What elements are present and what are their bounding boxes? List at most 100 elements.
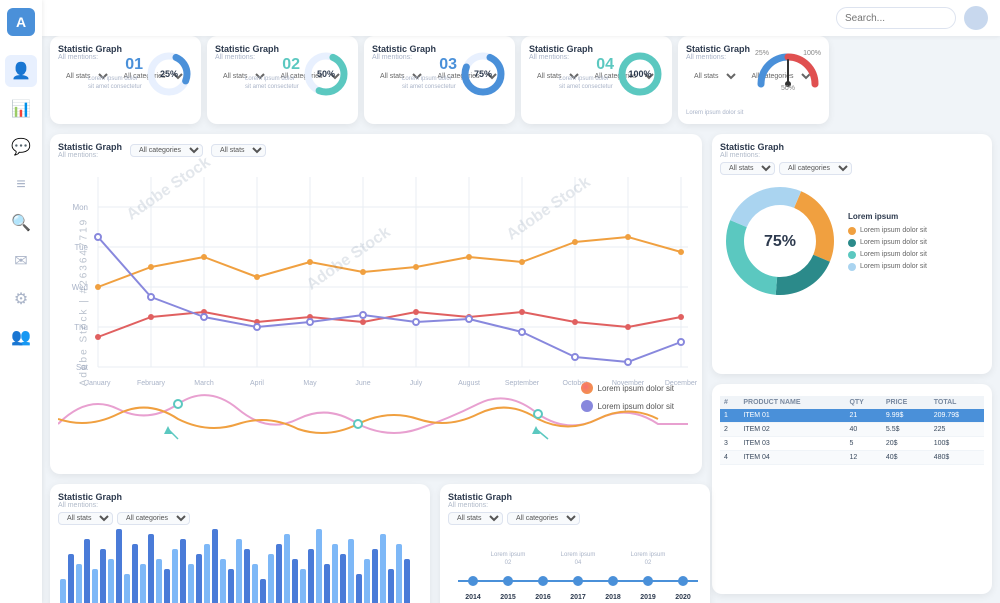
data-table: # PRODUCT NAME QTY PRICE TOTAL 1 ITEM 01… bbox=[720, 396, 984, 465]
table-cell: 100$ bbox=[930, 437, 984, 451]
sidebar-logo[interactable]: A bbox=[7, 8, 35, 36]
svg-text:2018: 2018 bbox=[605, 594, 621, 601]
bar-chart-filter1[interactable]: All stats bbox=[58, 512, 113, 525]
bar-chart-svg bbox=[58, 529, 418, 603]
donut-card-sub: All mentions: bbox=[720, 152, 984, 159]
svg-text:Lorem ipsum: Lorem ipsum bbox=[491, 552, 526, 558]
stat-card-3-donut: 75% bbox=[459, 50, 507, 103]
table-cell: 480$ bbox=[930, 451, 984, 465]
main-chart-title: Statistic Graph bbox=[58, 142, 122, 152]
table-row: 1 ITEM 01 21 9.99$ 209.79$ bbox=[720, 409, 984, 423]
table-row: 2 ITEM 02 40 5.5$ 225 bbox=[720, 423, 984, 437]
table-cell: 40$ bbox=[882, 451, 930, 465]
sidebar-icon-settings[interactable]: ⚙ bbox=[5, 283, 37, 315]
main-chart-filter1[interactable]: All categories bbox=[130, 144, 203, 157]
bar-chart-controls: All stats All categories bbox=[58, 512, 422, 525]
timeline-controls: All stats All categories bbox=[448, 512, 702, 525]
chart-legend: Lorem ipsum dolor sit Lorem ipsum dolor … bbox=[581, 382, 674, 412]
stat-card-2-num: 02 bbox=[282, 56, 300, 74]
main-content: Statistic Graph All mentions: All stats … bbox=[42, 36, 1000, 603]
timeline-card: Statistic Graph All mentions: All stats … bbox=[440, 484, 710, 603]
stat-card-1: Statistic Graph All mentions: All stats … bbox=[50, 36, 201, 124]
svg-text:Lorem ipsum: Lorem ipsum bbox=[631, 552, 666, 558]
table-cell: 20$ bbox=[882, 437, 930, 451]
svg-text:Wed: Wed bbox=[72, 283, 88, 292]
sidebar-icon-chart[interactable]: 📊 bbox=[5, 93, 37, 125]
stat-card-2: Statistic Graph All mentions: All stats … bbox=[207, 36, 358, 124]
sidebar-icon-search[interactable]: 🔍 bbox=[5, 207, 37, 239]
stat-card-4-num: 04 bbox=[596, 56, 614, 74]
table-cell: 209.79$ bbox=[930, 409, 984, 423]
bar-chart-sub: All mentions: bbox=[58, 502, 422, 509]
svg-text:Thu: Thu bbox=[74, 323, 88, 332]
mini-wave-chart: Lorem ipsum dolor sit Lorem ipsum dolor … bbox=[58, 374, 694, 444]
svg-text:Tue: Tue bbox=[75, 243, 89, 252]
table-cell: 4 bbox=[720, 451, 739, 465]
stat-card-5-gauge: 25% 100% 50% bbox=[753, 48, 823, 92]
table-col-price: PRICE bbox=[882, 396, 930, 409]
stat-card-4-text: Lorem ipsum dolor sit amet consectetur bbox=[559, 76, 614, 92]
table-cell: 2 bbox=[720, 423, 739, 437]
stat-card-5-text: Lorem ipsum dolor sit bbox=[686, 110, 743, 116]
legend-label-2: Lorem ipsum dolor sit bbox=[598, 402, 674, 411]
table-cell: 1 bbox=[720, 409, 739, 423]
table-cell: ITEM 02 bbox=[739, 423, 845, 437]
bar-chart-title: Statistic Graph bbox=[58, 492, 422, 502]
table-col-num: # bbox=[720, 396, 739, 409]
sidebar-icon-list[interactable]: ≡ bbox=[5, 169, 37, 201]
svg-text:2015: 2015 bbox=[500, 594, 516, 601]
stat-card-4-percent: 100% bbox=[628, 69, 651, 79]
legend-dot-1 bbox=[581, 382, 593, 394]
donut-card-filter1[interactable]: All stats bbox=[720, 162, 775, 175]
table-cell: ITEM 03 bbox=[739, 437, 845, 451]
table-cell: 12 bbox=[845, 451, 881, 465]
stat-card-5: Statistic Graph All mentions: All stats … bbox=[678, 36, 829, 124]
table-cell: 40 bbox=[845, 423, 881, 437]
svg-text:2014: 2014 bbox=[465, 594, 481, 601]
donut-card-filter2[interactable]: All categories bbox=[779, 162, 852, 175]
sidebar: A 👤 📊 💬 ≡ 🔍 ✉ ⚙ 👥 bbox=[0, 0, 42, 603]
table-card: # PRODUCT NAME QTY PRICE TOTAL 1 ITEM 01… bbox=[712, 384, 992, 594]
table-col-qty: QTY bbox=[845, 396, 881, 409]
donut-card-controls: All stats All categories bbox=[720, 162, 984, 175]
legend-label-1: Lorem ipsum dolor sit bbox=[598, 384, 674, 393]
main-chart-filter2[interactable]: All stats bbox=[211, 144, 266, 157]
stat-card-5-filter1[interactable]: All stats bbox=[686, 71, 739, 82]
svg-text:2020: 2020 bbox=[675, 594, 691, 601]
search-input[interactable] bbox=[836, 7, 956, 29]
bar-chart-card: Statistic Graph All mentions: All stats … bbox=[50, 484, 430, 603]
stat-card-2-percent: 50% bbox=[317, 69, 335, 79]
timeline-filter2[interactable]: All categories bbox=[507, 512, 580, 525]
sidebar-icon-mail[interactable]: ✉ bbox=[5, 245, 37, 277]
stat-card-4-donut: 100% bbox=[616, 50, 664, 103]
table-cell: 5 bbox=[845, 437, 881, 451]
sidebar-icon-chat[interactable]: 💬 bbox=[5, 131, 37, 163]
svg-text:2019: 2019 bbox=[640, 594, 656, 601]
timeline-svg: 2014 01 Lorem ipsum 02 Lorem ipsum 2015 … bbox=[448, 529, 708, 603]
donut-chart-large: 75% bbox=[720, 181, 840, 301]
topbar bbox=[42, 0, 1000, 36]
bar-chart-filter2[interactable]: All categories bbox=[117, 512, 190, 525]
svg-text:Sat: Sat bbox=[76, 363, 89, 372]
stat-card-2-donut: 50% bbox=[302, 50, 350, 103]
svg-text:02: 02 bbox=[505, 560, 512, 566]
table-cell: ITEM 04 bbox=[739, 451, 845, 465]
svg-text:04: 04 bbox=[575, 560, 582, 566]
table-row: 3 ITEM 03 5 20$ 100$ bbox=[720, 437, 984, 451]
table-cell: 225 bbox=[930, 423, 984, 437]
svg-text:2017: 2017 bbox=[570, 594, 586, 601]
stat-card-1-donut: 25% bbox=[145, 50, 193, 103]
table-row: 4 ITEM 04 12 40$ 480$ bbox=[720, 451, 984, 465]
stat-card-2-text: Lorem ipsum dolor sit amet consectetur bbox=[245, 76, 300, 92]
stat-card-1-num: 01 bbox=[125, 56, 143, 74]
stat-card-1-percent: 25% bbox=[160, 69, 178, 79]
sidebar-icon-group[interactable]: 👥 bbox=[5, 321, 37, 353]
sidebar-icon-user[interactable]: 👤 bbox=[5, 55, 37, 87]
timeline-sub: All mentions: bbox=[448, 502, 702, 509]
donut-legend: Lorem ipsum Lorem ipsum dolor sit Lorem … bbox=[848, 212, 927, 271]
donut-card-title: Statistic Graph bbox=[720, 142, 984, 152]
main-chart-header: Statistic Graph All mentions: All catego… bbox=[58, 142, 694, 159]
main-chart-card: Statistic Graph All mentions: All catego… bbox=[50, 134, 702, 474]
table-cell: 3 bbox=[720, 437, 739, 451]
timeline-filter1[interactable]: All stats bbox=[448, 512, 503, 525]
